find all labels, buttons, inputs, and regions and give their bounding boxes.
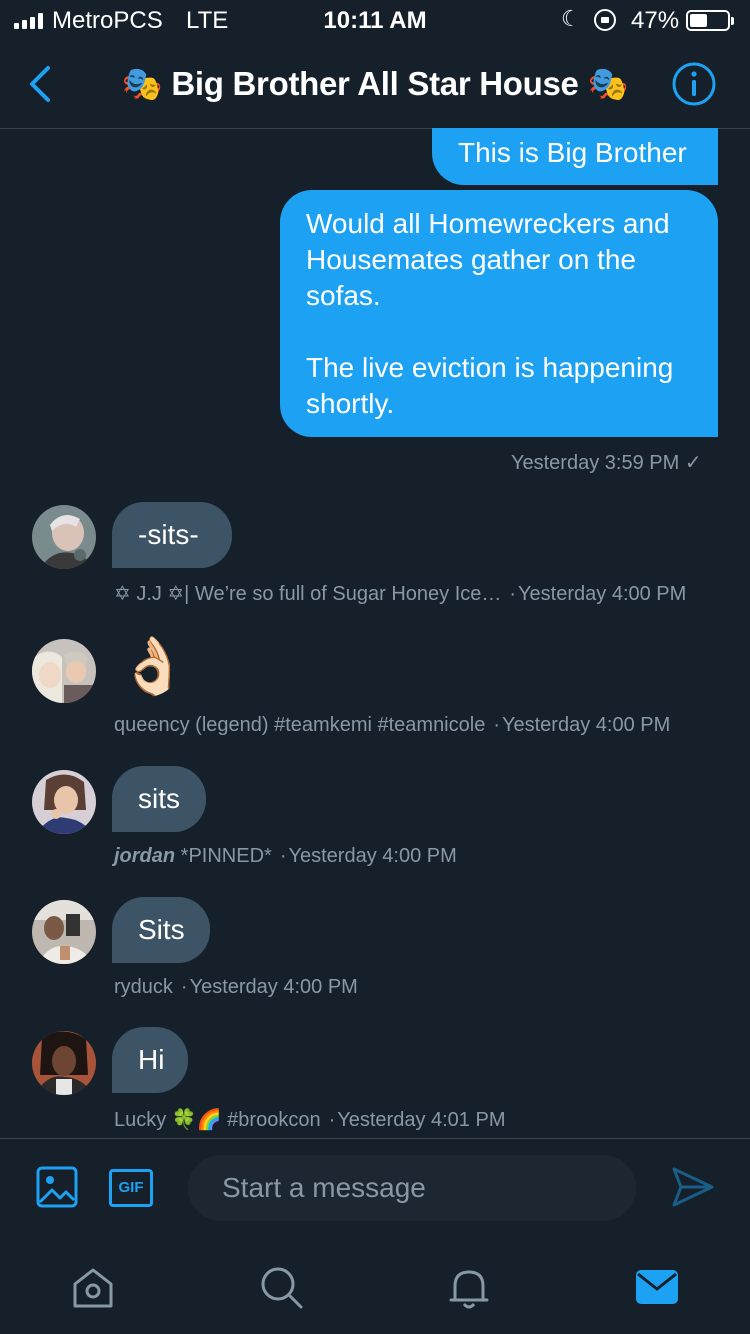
avatar-image	[32, 505, 96, 569]
gif-icon[interactable]: GIF	[109, 1169, 153, 1207]
send-icon[interactable]	[671, 1165, 715, 1209]
separator: ·	[279, 845, 287, 867]
compose-bar: GIF	[0, 1138, 750, 1238]
bottom-tab-bar	[0, 1238, 750, 1334]
message-paragraph: Would all Homewreckers and Housemates ga…	[306, 208, 670, 311]
sender-name[interactable]: ryduck	[114, 976, 173, 998]
battery-fill	[690, 14, 707, 27]
dm-conversation-screen: MetroPCS LTE 10:11 AM ☾ 47% 🎭 Big Brothe…	[0, 0, 750, 1334]
separator: ·	[328, 1109, 336, 1131]
message-meta: ✡ J.J ✡| We’re so full of Sugar Honey Ic…	[114, 581, 686, 606]
read-checkmark-icon: ✓	[684, 452, 702, 474]
info-icon[interactable]	[671, 61, 717, 107]
sent-message-bubble[interactable]: This is Big Brother	[432, 128, 718, 185]
avatar[interactable]	[32, 639, 96, 703]
timestamp-text: Yesterday 4:00 PM	[502, 714, 671, 736]
avatar[interactable]	[32, 900, 96, 964]
message-text: sits	[138, 783, 180, 814]
message-meta: jordan *PINNED* · Yesterday 4:00 PM	[114, 845, 457, 868]
message-meta: Lucky 🍀🌈 #brookcon · Yesterday 4:01 PM	[114, 1107, 506, 1132]
conversation-header: 🎭 Big Brother All Star House 🎭	[0, 40, 750, 129]
sent-message-bubble[interactable]: Would all Homewreckers and Housemates ga…	[280, 190, 718, 437]
avatar-image	[32, 770, 96, 834]
avatar-image	[32, 1031, 96, 1095]
battery-percent: 47%	[631, 7, 680, 34]
separator: ·	[509, 583, 517, 605]
received-message-bubble[interactable]: Sits	[112, 897, 210, 963]
avatar-image	[32, 900, 96, 964]
avatar[interactable]	[32, 770, 96, 834]
status-bar: MetroPCS LTE 10:11 AM ☾ 47%	[0, 0, 750, 40]
sender-name[interactable]: ✡ J.J ✡| We’re so full of Sugar Honey Ic…	[114, 583, 501, 605]
separator: ·	[493, 714, 500, 736]
home-icon[interactable]	[70, 1264, 116, 1310]
received-message-bubble[interactable]: Hi	[112, 1027, 188, 1093]
sender-name[interactable]: jordan	[114, 845, 175, 867]
timestamp-text: Yesterday 3:59 PM	[511, 452, 680, 474]
message-timestamp: Yesterday 3:59 PM ✓	[511, 450, 702, 475]
search-icon[interactable]	[258, 1264, 304, 1310]
received-message-bubble[interactable]: -sits-	[112, 502, 232, 568]
message-input[interactable]	[188, 1155, 636, 1221]
image-icon[interactable]	[36, 1166, 78, 1208]
notifications-icon[interactable]	[446, 1264, 492, 1310]
message-text: Sits	[138, 914, 185, 945]
rotation-lock-icon	[594, 9, 616, 31]
timestamp-text: Yesterday 4:01 PM	[337, 1109, 506, 1131]
sender-tag: *PINNED*	[175, 845, 272, 867]
message-text: Hi	[138, 1044, 165, 1075]
battery-icon	[686, 10, 734, 31]
message-meta: ryduck · Yesterday 4:00 PM	[114, 976, 358, 999]
messages-icon[interactable]	[634, 1264, 680, 1310]
sender-name[interactable]: queency (legend) #teamkemi #teamnicole	[114, 714, 485, 736]
timestamp-text: Yesterday 4:00 PM	[288, 845, 457, 867]
timestamp-text: Yesterday 4:00 PM	[518, 583, 687, 605]
avatar[interactable]	[32, 505, 96, 569]
separator: ·	[180, 976, 188, 998]
message-text: This is Big Brother	[458, 137, 687, 168]
message-paragraph: The live eviction is happening shortly.	[306, 352, 674, 419]
avatar[interactable]	[32, 1031, 96, 1095]
timestamp-text: Yesterday 4:00 PM	[189, 976, 358, 998]
message-text: -sits-	[138, 519, 199, 550]
sender-name[interactable]: Lucky 🍀🌈 #brookcon	[114, 1109, 321, 1131]
emoji-message[interactable]: 👌🏻	[118, 634, 188, 698]
avatar-image	[32, 639, 96, 703]
conversation-title[interactable]: 🎭 Big Brother All Star House 🎭	[0, 65, 750, 104]
received-message-bubble[interactable]: sits	[112, 766, 206, 832]
moon-icon: ☾	[561, 6, 581, 31]
message-meta: queency (legend) #teamkemi #teamnicole · Y…	[114, 714, 670, 737]
